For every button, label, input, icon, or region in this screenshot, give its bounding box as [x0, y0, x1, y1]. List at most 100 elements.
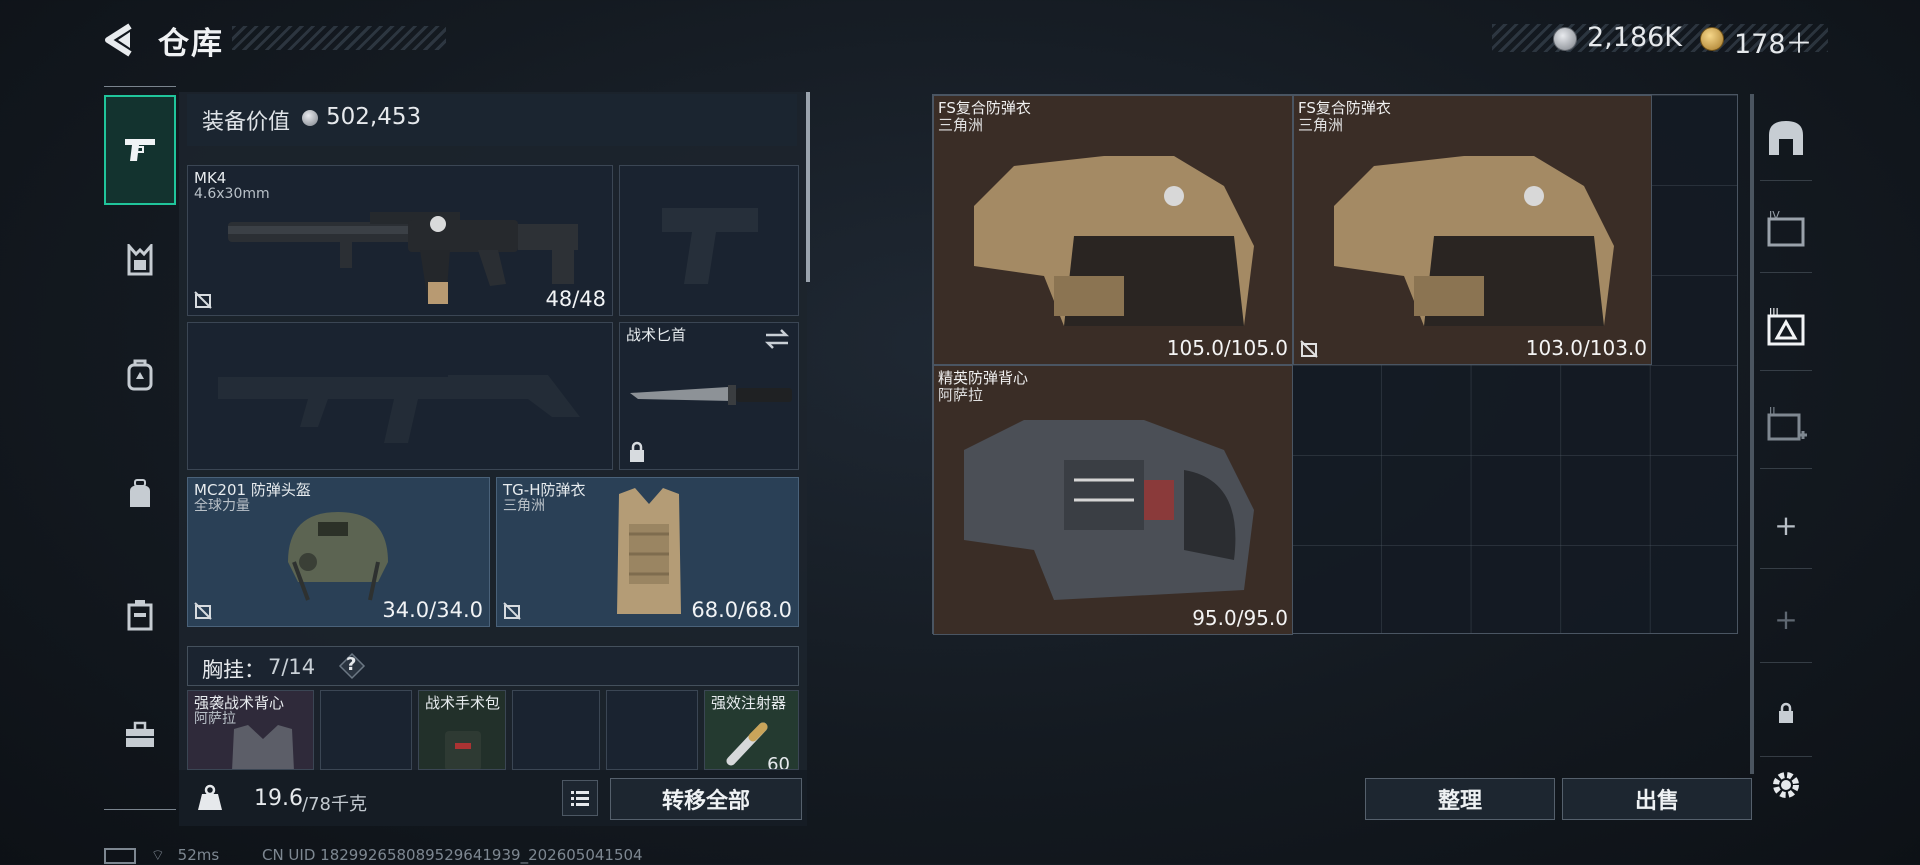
- back-button[interactable]: [100, 20, 140, 60]
- helmet-brand: 全球力量: [194, 498, 250, 514]
- armor-image: [974, 156, 1254, 326]
- item-name: FS复合防弹衣: [938, 99, 1031, 117]
- slot-primary-weapon[interactable]: MK4 4.6x30mm 48/48: [187, 165, 613, 316]
- equipment-scrollbar[interactable]: [806, 92, 810, 282]
- svg-text:IV: IV: [1769, 209, 1780, 222]
- rig-item-assault-vest[interactable]: 强袭战术背心 阿萨拉: [187, 690, 314, 770]
- status-bar: ⌔ 52ms CN UID 18299265808952964193​9_202…: [104, 846, 643, 865]
- storage-item-fs-armor-2[interactable]: FS复合防弹衣 三角洲 103.0/103.0: [1293, 95, 1652, 365]
- item-name: 精英防弹背心: [938, 369, 1029, 387]
- helmet-name: MC201 防弹头盔: [194, 481, 311, 499]
- help-glyph: ?: [346, 654, 357, 675]
- medkit-image: [445, 731, 481, 769]
- carry-weight-capacity: /78千克: [302, 794, 367, 815]
- storage-tab-2[interactable]: II: [1760, 382, 1812, 469]
- category-toolbox[interactable]: [104, 687, 176, 783]
- slot-knife[interactable]: 战术匕首: [619, 322, 799, 470]
- battery-icon: [104, 847, 136, 864]
- knife-image: [630, 385, 792, 405]
- silver-coin-icon: [302, 110, 318, 126]
- silver-coin-icon: [1553, 27, 1577, 51]
- rig-item-surgery-kit[interactable]: 战术手术包: [418, 690, 506, 770]
- rig-item-injector[interactable]: 强效注射器 60: [704, 690, 799, 770]
- storage-add-page-button-disabled: +: [1760, 576, 1812, 663]
- item-durability: 103.0/103.0: [1525, 336, 1647, 360]
- user-uid: CN UID 18299265808952964193​9_2026050415…: [261, 846, 643, 864]
- rifle-image: [228, 212, 578, 304]
- sell-button[interactable]: 出售: [1562, 778, 1752, 820]
- settings-button[interactable]: [1760, 742, 1812, 828]
- storage-page-rail: IV III II + +: [1760, 94, 1812, 824]
- pistol-silhouette-icon: [662, 208, 758, 284]
- currency-gold[interactable]: 178＋: [1734, 22, 1813, 61]
- svg-text:II: II: [1769, 405, 1776, 418]
- injector-count: 60: [767, 754, 790, 770]
- armor-image: [1334, 156, 1614, 326]
- uninsured-icon: [194, 602, 212, 620]
- lock-icon: [1779, 702, 1793, 723]
- slot-body-armor[interactable]: TG-H防弹衣 三角洲 68.0/68.0: [496, 477, 799, 627]
- title-decoration: [232, 26, 446, 50]
- sort-button[interactable]: 整理: [1365, 778, 1555, 820]
- bag-icon: [130, 479, 150, 507]
- storage-add-page-button[interactable]: +: [1760, 482, 1812, 569]
- chest-rig-label: 胸挂：: [202, 658, 265, 682]
- category-rail: [104, 86, 176, 810]
- category-backpack-armor[interactable]: [104, 327, 176, 423]
- vest-image: [232, 725, 294, 769]
- swap-icon[interactable]: [764, 329, 790, 349]
- weight-icon: [196, 784, 224, 812]
- page-title: 仓库: [158, 26, 224, 62]
- armor-vest-image: [617, 488, 681, 614]
- gear-icon: [1773, 772, 1799, 798]
- rifle-silhouette-icon: [218, 375, 580, 443]
- equipment-value: 502,453: [326, 104, 422, 130]
- rig-slot-empty-2[interactable]: [512, 690, 600, 770]
- rig-item-name: 战术手术包: [425, 694, 501, 712]
- storage-tab-4[interactable]: IV: [1760, 186, 1812, 273]
- list-view-button[interactable]: [562, 780, 598, 816]
- category-bag[interactable]: [104, 447, 176, 543]
- lock-icon: [630, 441, 644, 462]
- help-button[interactable]: ?: [338, 652, 366, 680]
- storage-item-elite-vest[interactable]: 精英防弹背心 阿萨拉 95.0/95.0: [933, 365, 1293, 635]
- item-name: FS复合防弹衣: [1298, 99, 1391, 117]
- armor-name: TG-H防弹衣: [503, 481, 586, 499]
- equipment-value-label: 装备价值: [202, 110, 291, 135]
- gold-coin-icon: [1700, 27, 1724, 51]
- toolbox-icon: [126, 721, 154, 747]
- storage-page-icon: IV: [1767, 209, 1805, 247]
- uninsured-icon: [1300, 340, 1318, 358]
- vest-image: [964, 420, 1254, 600]
- pistol-icon: [125, 139, 155, 161]
- carry-weight: 19.6: [254, 786, 303, 811]
- category-container[interactable]: [104, 567, 176, 663]
- category-chest-rig[interactable]: [104, 212, 176, 308]
- transfer-all-button[interactable]: 转移全部: [610, 778, 802, 820]
- chest-rig-capacity: 7/14: [268, 655, 316, 679]
- storage-page-icon: II: [1767, 405, 1807, 441]
- uninsured-icon: [194, 291, 212, 309]
- storage-scrollbar[interactable]: [1750, 94, 1754, 774]
- ping: 52ms: [177, 846, 220, 864]
- rig-item-name: 强袭战术背心: [194, 694, 285, 712]
- storage-tab-3[interactable]: III: [1760, 284, 1812, 371]
- item-durability: 95.0/95.0: [1192, 606, 1288, 630]
- slot-pistol-empty[interactable]: [619, 165, 799, 316]
- slot-helmet[interactable]: MC201 防弹头盔 全球力量 34.0/34.0: [187, 477, 490, 627]
- rig-slot-empty-1[interactable]: [320, 690, 412, 770]
- backpack-icon: [127, 359, 153, 391]
- container-icon: [127, 600, 153, 631]
- armor-durability: 68.0/68.0: [691, 598, 792, 622]
- rig-slot-empty-3[interactable]: [606, 690, 698, 770]
- storage-item-fs-armor-1[interactable]: FS复合防弹衣 三角洲 105.0/105.0: [933, 95, 1293, 365]
- item-durability: 105.0/105.0: [1166, 336, 1288, 360]
- list-icon: [571, 791, 589, 806]
- weapon-ammo-count: 48/48: [545, 287, 606, 311]
- slot-secondary-weapon-empty[interactable]: [187, 322, 613, 470]
- helmet-image: [288, 512, 388, 601]
- category-weapons[interactable]: [104, 95, 176, 205]
- syringe-image: [726, 722, 768, 766]
- storage-tab-main[interactable]: [1760, 94, 1812, 181]
- uninsured-icon: [503, 602, 521, 620]
